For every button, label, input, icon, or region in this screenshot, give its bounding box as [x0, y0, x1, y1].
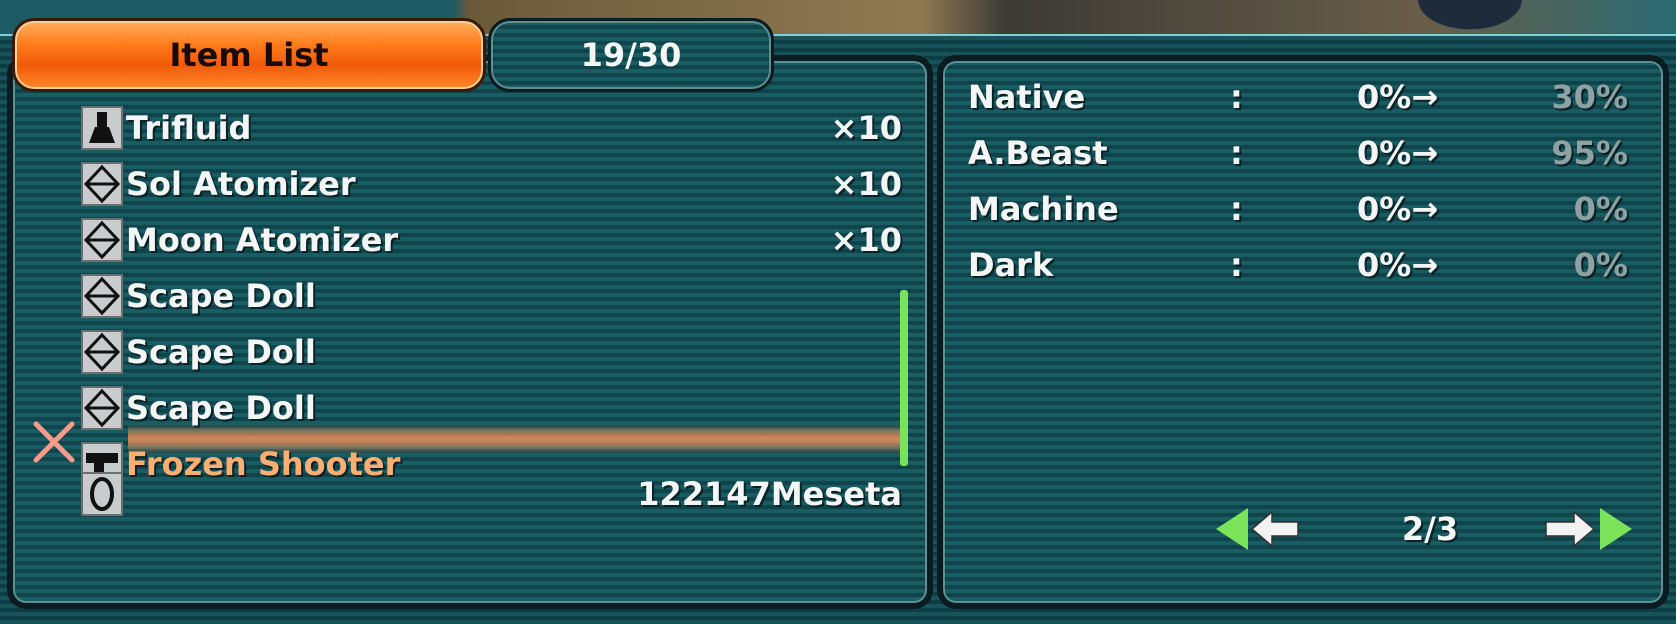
- item-quantity: ×10: [830, 165, 902, 203]
- stat-from: 0%→: [1357, 78, 1439, 116]
- item-name: Scape Doll: [126, 277, 316, 315]
- unusable-cross-icon: [33, 421, 75, 463]
- scrollbar[interactable]: [900, 290, 908, 466]
- item-name: Scape Doll: [126, 389, 316, 427]
- stat-to: 0%: [1573, 246, 1628, 284]
- page-indicator: 2/3: [1401, 510, 1459, 548]
- stat-row: Machine : 0%→ 0%: [968, 184, 1628, 236]
- item-name: Moon Atomizer: [126, 221, 399, 259]
- character-figure: [1410, 0, 1530, 34]
- white-right-arrow-icon: [1545, 510, 1596, 548]
- stat-to: 95%: [1551, 134, 1628, 172]
- stat-colon: :: [1230, 246, 1243, 284]
- list-item[interactable]: Scape Doll: [80, 326, 902, 378]
- meseta-value: 122147Meseta: [637, 475, 902, 513]
- item-quantity: ×10: [830, 109, 902, 147]
- list-item[interactable]: Moon Atomizer ×10: [80, 214, 902, 266]
- next-page-button[interactable]: [1540, 504, 1636, 554]
- stat-to: 30%: [1551, 78, 1628, 116]
- list-item[interactable]: Scape Doll: [80, 382, 902, 434]
- list-item[interactable]: Sol Atomizer ×10: [80, 158, 902, 210]
- stat-row: Native : 0%→ 30%: [968, 72, 1628, 124]
- item-name: Sol Atomizer: [126, 165, 356, 203]
- white-left-arrow-icon: [1250, 510, 1299, 548]
- stat-colon: :: [1230, 78, 1243, 116]
- stat-to: 0%: [1573, 190, 1628, 228]
- diamond-item-icon: [81, 218, 123, 262]
- meseta-icon: [81, 472, 123, 516]
- stat-row: A.Beast : 0%→ 95%: [968, 128, 1628, 180]
- item-count: 19/30: [488, 18, 774, 92]
- stat-label: Dark: [968, 246, 1054, 284]
- green-right-arrow-icon: [1600, 508, 1632, 550]
- item-name: Trifluid: [126, 109, 252, 147]
- stat-label: Native: [968, 78, 1086, 116]
- stat-label: Machine: [968, 190, 1119, 228]
- flask-icon: [81, 106, 123, 150]
- diamond-item-icon: [81, 274, 123, 318]
- item-name: Scape Doll: [126, 333, 316, 371]
- item-quantity: ×10: [830, 221, 902, 259]
- list-item[interactable]: Scape Doll: [80, 270, 902, 322]
- diamond-item-icon: [81, 386, 123, 430]
- prev-page-button[interactable]: [1214, 504, 1310, 554]
- stat-row: Dark : 0%→ 0%: [968, 240, 1628, 292]
- stat-from: 0%→: [1357, 246, 1439, 284]
- diamond-item-icon: [81, 330, 123, 374]
- diamond-item-icon: [81, 162, 123, 206]
- stat-from: 0%→: [1357, 190, 1439, 228]
- stat-from: 0%→: [1357, 134, 1439, 172]
- stat-label: A.Beast: [968, 134, 1108, 172]
- item-list-title: Item List: [12, 18, 486, 92]
- green-left-arrow-icon: [1216, 508, 1248, 550]
- stat-colon: :: [1230, 190, 1243, 228]
- list-item[interactable]: Trifluid ×10: [80, 102, 902, 154]
- stat-colon: :: [1230, 134, 1243, 172]
- meseta-row: 122147Meseta: [80, 468, 902, 520]
